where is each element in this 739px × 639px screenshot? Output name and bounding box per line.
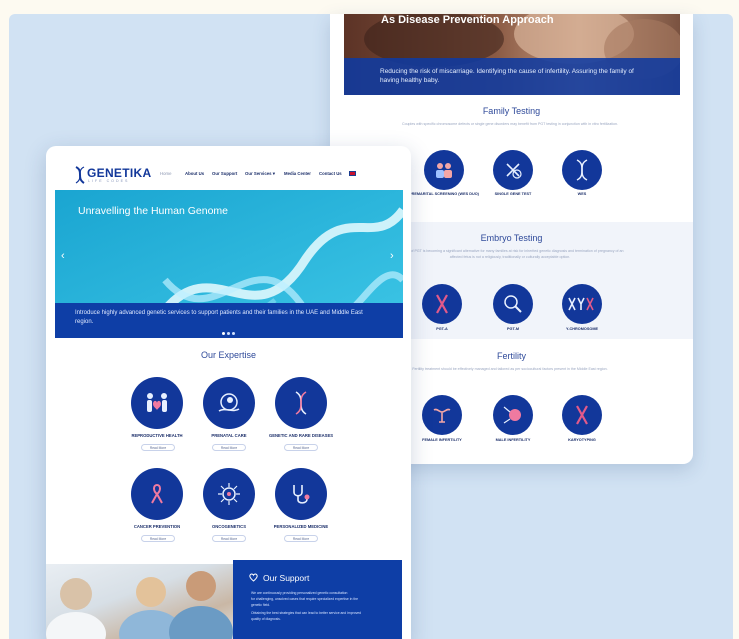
slider-dots — [222, 332, 235, 335]
genetic-rare-diseases-label: GENETIC AND RARE DISEASES — [268, 433, 334, 438]
cell-icon — [218, 483, 240, 505]
slider-prev-icon[interactable]: ‹ — [61, 250, 65, 262]
support-text-line: We are continuously providing personaliz… — [251, 591, 348, 595]
slider-next-icon[interactable]: › — [390, 250, 394, 262]
our-support-title: Our Support — [263, 573, 310, 583]
slider-dot[interactable] — [227, 332, 230, 335]
doctors-photo-illustration — [46, 571, 233, 639]
nav-our-services-label: Our Services — [245, 171, 272, 176]
nav-our-services[interactable]: Our Services ▾ — [245, 171, 275, 177]
support-photo — [46, 564, 233, 639]
read-more-button[interactable]: Read More — [212, 444, 246, 451]
home-page-card: GENETIKA LIFE CODES Home About Us Our Su… — [46, 146, 411, 639]
wes-label: WES — [577, 192, 587, 196]
karyotyping-button[interactable] — [562, 395, 602, 435]
read-more-button[interactable]: Read More — [212, 535, 246, 542]
embryo-testing-desc: The use of PGT is becoming a significant… — [396, 249, 624, 259]
y-chromosome-label: Y-CHROMOSOME — [565, 327, 599, 331]
pgt-m-label: PGT-M — [506, 327, 520, 331]
wes-button[interactable] — [562, 150, 602, 190]
magnifier-icon — [504, 295, 522, 313]
slider-dot[interactable] — [232, 332, 235, 335]
single-gene-test-label: SINGLE GENE TEST — [494, 192, 532, 196]
hero-caption: Introduce highly advanced genetic servic… — [75, 310, 363, 325]
gene-test-icon — [506, 163, 522, 179]
language-flag-icon[interactable] — [349, 171, 356, 176]
family-testing-title: Family Testing — [482, 106, 541, 116]
nav-contact-us[interactable]: Contact Us — [319, 171, 342, 176]
y-chromosome-button[interactable] — [562, 284, 602, 324]
top-navigation: GENETIKA LIFE CODES Home About Us Our Su… — [46, 146, 411, 188]
prevention-hero-banner: As Disease Prevention Approach Reducing … — [344, 14, 680, 95]
xy-chromosome-icon — [568, 297, 594, 311]
ribbon-icon — [151, 483, 163, 504]
premarital-screening-label: PREMARITAL SCREENING (WES DUO) — [409, 192, 479, 196]
logo-tagline: LIFE CODES — [88, 179, 130, 183]
hero-caption: Reducing the risk of miscarriage. Identi… — [380, 68, 634, 84]
logo-text[interactable]: GENETIKA — [87, 166, 151, 180]
family-heart-icon — [147, 393, 167, 412]
karyotyping-label: KARYOTYPING — [568, 438, 596, 442]
slider-dot[interactable] — [222, 332, 225, 335]
pgt-a-button[interactable] — [422, 284, 462, 324]
our-expertise-title: Our Expertise — [200, 350, 257, 360]
hero-title: As Disease Prevention Approach — [381, 14, 554, 26]
male-infertility-button[interactable] — [493, 395, 533, 435]
personalized-medicine-button[interactable] — [275, 468, 327, 520]
premarital-screening-button[interactable] — [424, 150, 464, 190]
support-text-line: quality of diagnosis. — [251, 617, 281, 621]
single-gene-test-button[interactable] — [493, 150, 533, 190]
oncogenetics-button[interactable] — [203, 468, 255, 520]
support-text-line: Obtaining the best strategies that can l… — [251, 611, 362, 615]
heart-hands-icon — [249, 573, 258, 582]
pgt-a-label: PGT-A — [436, 327, 448, 331]
reproductive-health-button[interactable] — [131, 377, 183, 429]
pgt-m-button[interactable] — [493, 284, 533, 324]
male-infertility-label: MALE INFERTILITY — [495, 438, 531, 442]
dna-icon — [295, 391, 307, 415]
read-more-button[interactable]: Read More — [284, 535, 318, 542]
cancer-prevention-button[interactable] — [131, 468, 183, 520]
nav-about-us[interactable]: About Us — [185, 171, 204, 176]
hero-title: Unravelling the Human Genome — [78, 205, 228, 217]
personalized-medicine-label: PERSONALIZED MEDICINE — [273, 524, 329, 529]
chromosome-icon — [436, 294, 448, 314]
female-infertility-label: FEMALE INFERTILITY — [422, 438, 462, 442]
uterus-icon — [433, 408, 451, 423]
karyotype-icon — [576, 405, 588, 425]
support-text-line: for challenging, unsolved cases that req… — [251, 597, 359, 601]
fetus-icon — [218, 393, 240, 412]
nav-home[interactable]: Home — [160, 171, 171, 176]
nav-media-center[interactable]: Media Center — [284, 171, 311, 176]
read-more-button[interactable]: Read More — [284, 444, 318, 451]
hero-slider: Unravelling the Human Genome ‹ › Introdu… — [55, 190, 403, 338]
nav-our-support[interactable]: Our Support — [212, 171, 237, 176]
family-testing-desc: Couples with specific chromosome defects… — [401, 122, 619, 126]
dna-icon — [576, 159, 588, 181]
prenatal-care-button[interactable] — [203, 377, 255, 429]
fertility-desc: Fertility treatment should be effectivel… — [412, 367, 608, 371]
logo-dna-icon — [75, 166, 85, 184]
chevron-down-icon: ▾ — [271, 171, 275, 176]
stethoscope-icon — [293, 485, 310, 504]
couple-icon — [436, 163, 452, 178]
sperm-egg-icon — [503, 406, 521, 424]
read-more-button[interactable]: Read More — [141, 535, 175, 542]
genetic-rare-diseases-button[interactable] — [275, 377, 327, 429]
read-more-button[interactable]: Read More — [141, 444, 175, 451]
our-support-panel: Our Support We are continuously providin… — [233, 560, 402, 639]
female-infertility-button[interactable] — [422, 395, 462, 435]
support-text-line: genetic field. — [251, 603, 271, 607]
